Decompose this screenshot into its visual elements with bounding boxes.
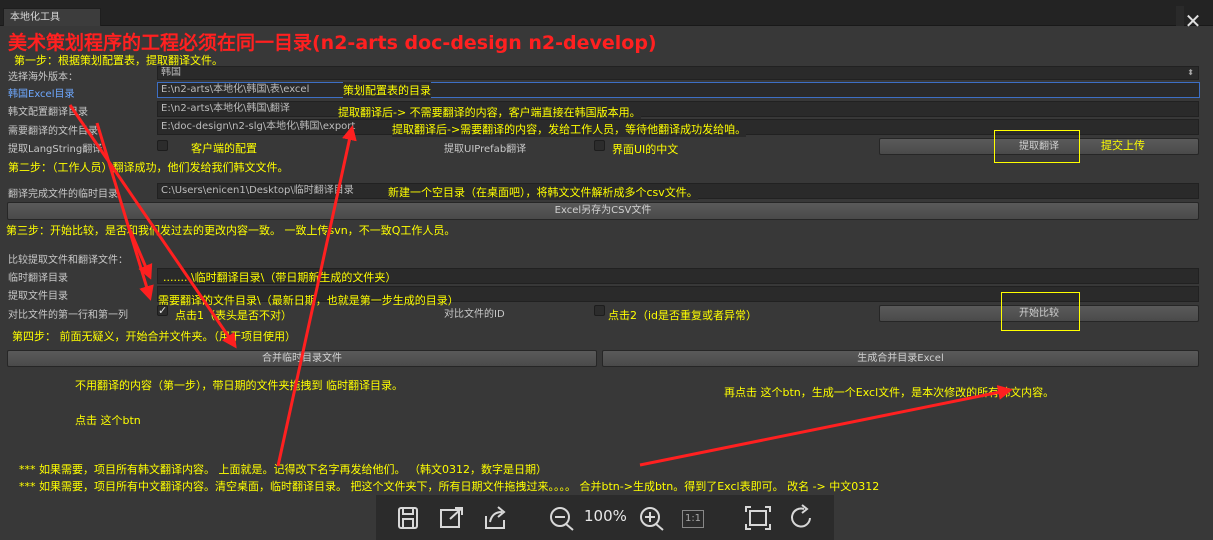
fit-screen-icon[interactable]: [744, 504, 772, 532]
share-icon[interactable]: [482, 504, 510, 532]
zoom-in-icon[interactable]: [638, 504, 666, 532]
save-icon[interactable]: [396, 504, 420, 532]
arrow-kr-config-to-merge: [68, 104, 237, 349]
viewer-toolbar: 100% 1:1: [376, 495, 834, 540]
annotation-arrows: [68, 104, 1013, 467]
arrow-footer-to-export: [276, 125, 357, 467]
arrow-footer-to-generate: [639, 385, 1013, 467]
zoom-out-icon[interactable]: [548, 504, 576, 532]
rotate-icon[interactable]: [788, 504, 816, 532]
actual-size-button[interactable]: 1:1: [682, 510, 704, 528]
zoom-level: 100%: [584, 507, 627, 525]
export-icon[interactable]: [438, 504, 466, 532]
localization-tool-window: 本地化工具 ✕ 美术策划程序的工程必须在同一目录(n2-arts doc-des…: [0, 0, 1213, 540]
